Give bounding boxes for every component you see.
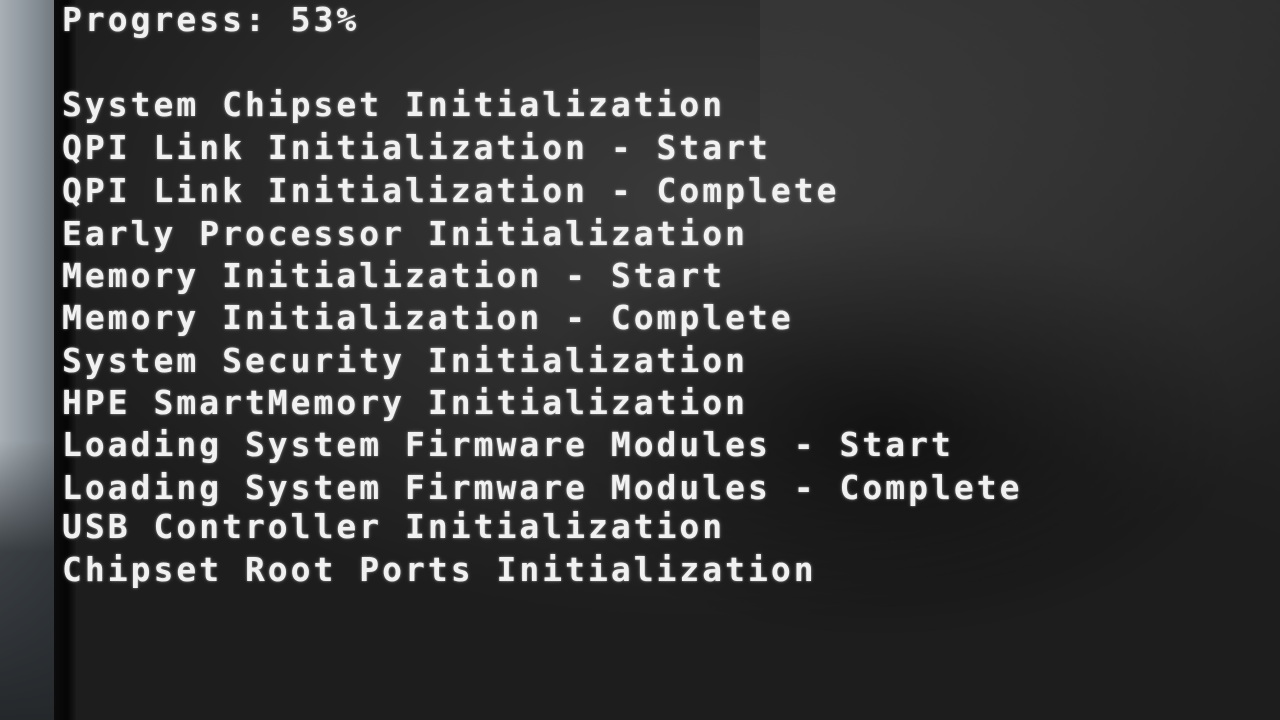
progress-line: Progress: 53% [62,0,360,39]
monitor-photo: Progress: 53% System Chipset Initializat… [0,0,1280,720]
boot-message: USB Controller Initialization [62,507,726,546]
boot-message: HPE SmartMemory Initialization [62,383,749,422]
boot-message: Chipset Root Ports Initialization [62,550,817,589]
boot-message: Memory Initialization - Complete [62,298,794,337]
bezel-shadow [0,440,62,720]
boot-message: Loading System Firmware Modules - Comple… [62,468,1023,507]
boot-message: System Chipset Initialization [62,85,726,124]
boot-message: System Security Initialization [62,341,749,380]
boot-message: QPI Link Initialization - Complete [62,171,840,210]
boot-message: Memory Initialization - Start [62,256,726,295]
boot-message: Loading System Firmware Modules - Start [62,425,954,464]
boot-message: Early Processor Initialization [62,214,749,253]
boot-message: QPI Link Initialization - Start [62,128,771,167]
boot-console: Progress: 53% System Chipset Initializat… [62,0,1242,720]
